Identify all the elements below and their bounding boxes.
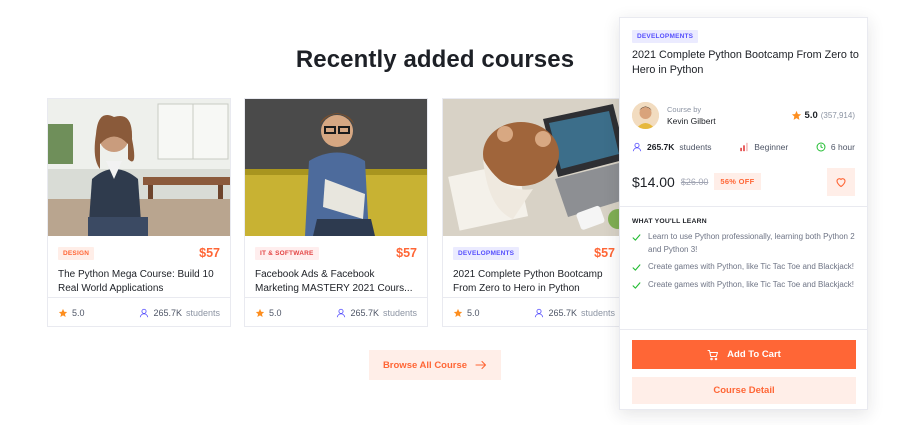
course-card[interactable]: DEVELOPMENTS $57 2021 Complete Python Bo… (442, 98, 626, 327)
user-icon (535, 308, 544, 317)
popup-divider (620, 206, 867, 207)
learn-item-text: Create games with Python, like Tic Tac T… (648, 279, 855, 289)
popup-duration: 6 hour (816, 142, 855, 152)
course-card[interactable]: IT & SOFTWARE $57 Facebook Ads & Faceboo… (244, 98, 428, 327)
course-detail-button[interactable]: Course Detail (632, 377, 856, 404)
popup-price: $14.00 $26.00 56% OFF (632, 173, 761, 190)
course-students: 265.7K students (336, 308, 417, 318)
learn-heading: WHAT YOU'LL LEARN (632, 218, 707, 225)
popup-level: Beginner (739, 142, 788, 152)
add-to-cart-button[interactable]: Add To Cart (632, 340, 856, 369)
popup-divider (620, 329, 867, 330)
check-icon (632, 281, 641, 289)
rating-value: 5.0 (72, 307, 85, 318)
students-label: students (382, 307, 417, 318)
course-price: $57 (396, 246, 417, 260)
popup-students: 265.7K students (632, 142, 712, 152)
learn-item-text: Learn to use Python professionally, lear… (648, 232, 855, 254)
add-to-cart-label: Add To Cart (727, 349, 781, 360)
category-badge: DESIGN (58, 246, 95, 260)
wishlist-button[interactable] (827, 168, 855, 196)
course-rating: 5.0 (58, 308, 85, 318)
browse-all-label: Browse All Course (382, 359, 468, 371)
course-rating: 5.0 (453, 308, 480, 318)
user-icon (337, 308, 346, 317)
learn-item: Learn to use Python professionally, lear… (632, 231, 857, 256)
learn-list: Learn to use Python professionally, lear… (632, 231, 857, 296)
category-badge: DEVELOPMENTS (453, 246, 520, 260)
course-students: 265.7K students (139, 308, 220, 318)
clock-icon (816, 142, 826, 152)
course-students: 265.7K students (534, 308, 615, 318)
star-icon (791, 110, 801, 120)
star-icon (453, 308, 463, 317)
browse-all-button[interactable]: Browse All Course (369, 350, 501, 380)
popup-duration-value: 6 hour (830, 142, 855, 152)
course-rating: 5.0 (255, 308, 282, 318)
user-icon (632, 142, 642, 152)
course-price: $57 (594, 246, 615, 260)
popup-level-value: Beginner (754, 142, 789, 152)
rating-value: 5.0 (269, 307, 282, 318)
user-icon (140, 308, 149, 317)
popup-stats: 265.7K students Beginner 6 hour (632, 142, 855, 152)
course-price: $57 (199, 246, 220, 260)
learn-item: Create games with Python, like Tic Tac T… (632, 279, 857, 292)
author-name[interactable]: Kevin Gilbert (667, 115, 716, 127)
arrow-right-icon (475, 360, 487, 370)
bar-chart-icon (740, 142, 748, 152)
heart-icon (836, 178, 846, 188)
popup-old-price: $26.00 (680, 176, 709, 187)
popup-students-count: 265.7K (647, 142, 675, 152)
learn-item-text: Create games with Python, like Tic Tac T… (648, 262, 855, 271)
popup-discount-badge: 56% OFF (714, 173, 761, 190)
course-preview-popup: DEVELOPMENTS 2021 Complete Python Bootca… (619, 17, 868, 410)
popup-rating: 5.0 (357,914) (791, 110, 855, 121)
check-icon (632, 234, 641, 241)
check-icon (632, 264, 641, 271)
rating-value: 5.0 (467, 307, 480, 318)
popup-students-label: students (679, 142, 712, 152)
popup-category-badge: DEVELOPMENTS (632, 30, 699, 43)
course-thumbnail[interactable] (245, 99, 427, 236)
course-thumbnail[interactable] (443, 99, 625, 236)
students-count: 265.7K (548, 307, 577, 318)
popup-rating-count: (357,914) (820, 111, 855, 120)
popup-author[interactable]: Course by Kevin Gilbert (632, 102, 716, 129)
star-icon (58, 308, 68, 317)
avatar (632, 102, 659, 129)
popup-course-title[interactable]: 2021 Complete Python Bootcamp From Zero … (632, 48, 862, 78)
students-count: 265.7K (153, 307, 182, 318)
popup-rating-value: 5.0 (804, 110, 818, 121)
students-count: 265.7K (350, 307, 379, 318)
students-label: students (185, 307, 220, 318)
learn-item: Create games with Python, like Tic Tac T… (632, 261, 857, 274)
popup-current-price: $14.00 (632, 173, 675, 190)
shopping-cart-icon (707, 349, 719, 360)
course-thumbnail[interactable] (48, 99, 230, 236)
course-detail-label: Course Detail (713, 385, 775, 396)
course-by-label: Course by (667, 105, 702, 114)
students-label: students (580, 307, 615, 318)
course-card[interactable]: DESIGN $57 The Python Mega Course: Build… (47, 98, 231, 327)
category-badge: IT & SOFTWARE (255, 246, 319, 260)
star-icon (255, 308, 265, 317)
